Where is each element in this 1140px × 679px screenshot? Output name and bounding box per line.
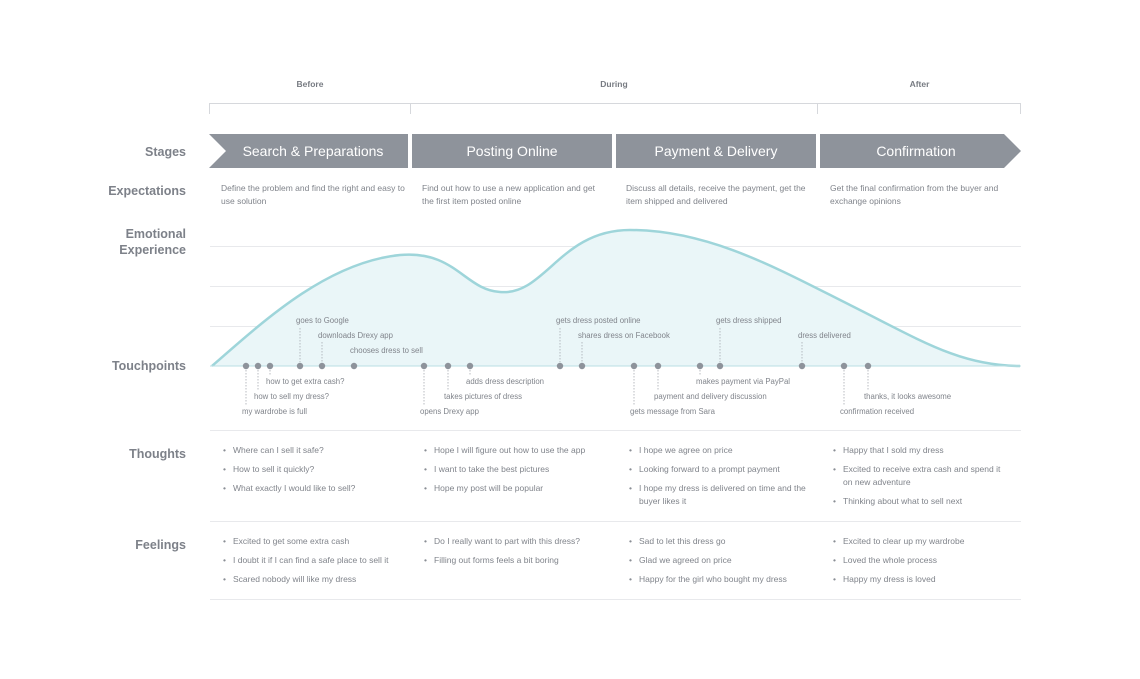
touchpoint-dot [420, 362, 428, 370]
feelings-list-3: Sad to let this dress go Glad we agreed … [627, 535, 817, 592]
touchpoint-label: gets message from Sara [630, 407, 716, 416]
separator-feelings [210, 521, 1021, 522]
touchpoint-label: adds dress description [466, 377, 544, 386]
feeling-item: Glad we agreed on price [627, 554, 817, 567]
feeling-item: Excited to get some extra cash [221, 535, 411, 548]
touchpoint-dot [444, 362, 452, 370]
touchpoint-dot [556, 362, 564, 370]
feeling-item: Do I really want to part with this dress… [422, 535, 612, 548]
touchpoint-dot [840, 362, 848, 370]
touchpoint-label: gets dress shipped [716, 316, 781, 325]
touchpoint-label: my wardrobe is full [242, 407, 307, 416]
touchpoint-label: payment and delivery discussion [654, 392, 767, 401]
thoughts-list-1: Where can I sell it safe? How to sell it… [221, 444, 411, 501]
feeling-item: Happy my dress is loved [831, 573, 1021, 586]
touchpoint-label: downloads Drexy app [318, 331, 394, 340]
touchpoint-dot [350, 362, 358, 370]
feelings-list-1: Excited to get some extra cash I doubt i… [221, 535, 411, 592]
touchpoint-dot [296, 362, 304, 370]
touchpoint-label: confirmation received [840, 407, 914, 416]
thought-item: Looking forward to a prompt payment [627, 463, 807, 476]
touchpoint-label: how to sell my dress? [254, 392, 330, 401]
feeling-item: Filling out forms feels a bit boring [422, 554, 612, 567]
thought-item: I hope my dress is delivered on time and… [627, 482, 807, 508]
thought-item: What exactly I would like to sell? [221, 482, 411, 495]
thought-item: I want to take the best pictures [422, 463, 612, 476]
feeling-item: Sad to let this dress go [627, 535, 817, 548]
thought-item: Hope I will figure out how to use the ap… [422, 444, 612, 457]
touchpoint-dot [696, 362, 704, 370]
touchpoint-label: makes payment via PayPal [696, 377, 790, 386]
touchpoint-dot [254, 362, 262, 370]
touchpoint-dot [864, 362, 872, 370]
touchpoint-label: gets dress posted online [556, 316, 641, 325]
touchpoint-label: goes to Google [296, 316, 349, 325]
feeling-item: Scared nobody will like my dress [221, 573, 411, 586]
touchpoint-label: shares dress on Facebook [578, 331, 670, 340]
thought-item: I hope we agree on price [627, 444, 807, 457]
touchpoint-dot [654, 362, 662, 370]
thought-item: How to sell it quickly? [221, 463, 411, 476]
thought-item: Where can I sell it safe? [221, 444, 411, 457]
thoughts-list-2: Hope I will figure out how to use the ap… [422, 444, 612, 501]
touchpoint-dot [266, 362, 274, 370]
touchpoint-label: thanks, it looks awesome [864, 392, 951, 401]
feeling-item: Loved the whole process [831, 554, 1021, 567]
touchpoint-label: opens Drexy app [420, 407, 480, 416]
feelings-list-2: Do I really want to part with this dress… [422, 535, 612, 573]
touchpoint-dot [630, 362, 638, 370]
touchpoint-label: takes pictures of dress [444, 392, 522, 401]
thoughts-list-3: I hope we agree on price Looking forward… [627, 444, 807, 514]
feelings-list-4: Excited to clear up my wardrobe Loved th… [831, 535, 1021, 592]
thought-item: Happy that I sold my dress [831, 444, 1011, 457]
touchpoint-dot [318, 362, 326, 370]
separator-thoughts [210, 430, 1021, 431]
feeling-item: Happy for the girl who bought my dress [627, 573, 817, 586]
touchpoint-dot [242, 362, 250, 370]
feeling-item: I doubt it if I can find a safe place to… [221, 554, 411, 567]
touchpoint-dot [578, 362, 586, 370]
emotional-curve-area [212, 230, 1020, 366]
touchpoint-dot [716, 362, 724, 370]
thought-item: Hope my post will be popular [422, 482, 612, 495]
thought-item: Thinking about what to sell next [831, 495, 1011, 508]
touchpoint-label: chooses dress to sell [350, 346, 423, 355]
touchpoint-label: dress delivered [798, 331, 851, 340]
feeling-item: Excited to clear up my wardrobe [831, 535, 1021, 548]
touchpoint-label: how to get extra cash? [266, 377, 345, 386]
thought-item: Excited to receive extra cash and spend … [831, 463, 1011, 489]
separator-bottom [210, 599, 1021, 600]
touchpoint-dot [466, 362, 474, 370]
thoughts-list-4: Happy that I sold my dress Excited to re… [831, 444, 1011, 514]
touchpoint-dot [798, 362, 806, 370]
